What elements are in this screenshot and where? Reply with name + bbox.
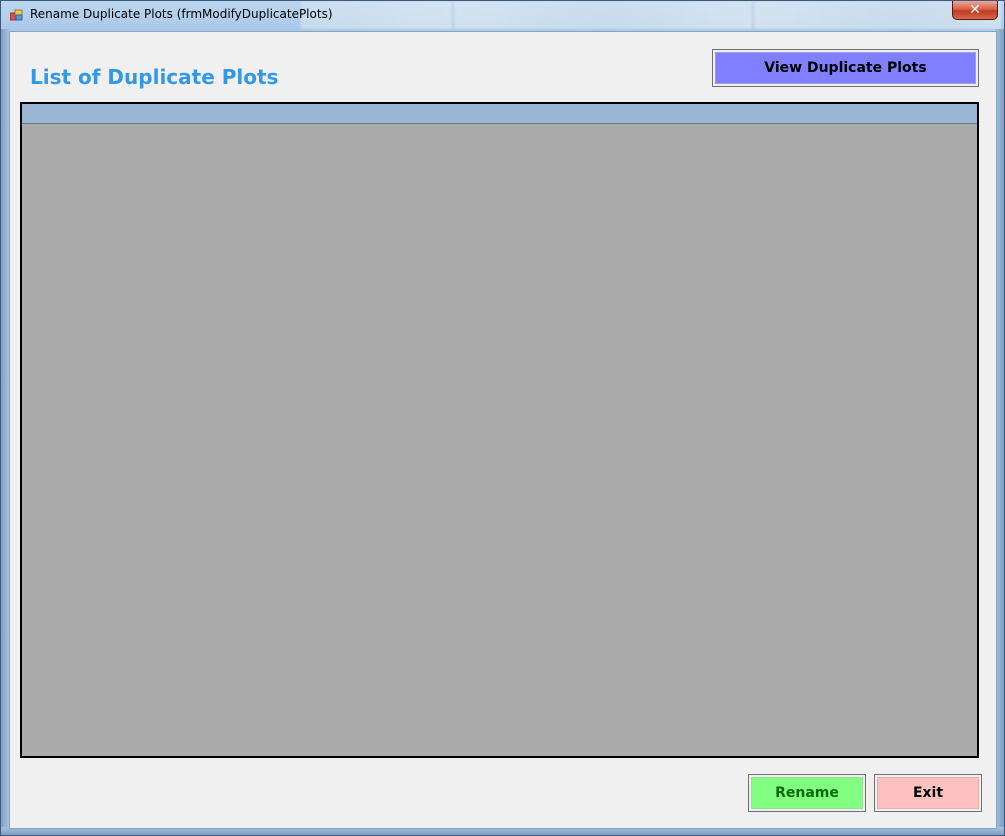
title-bar[interactable]: Rename Duplicate Plots (frmModifyDuplica… bbox=[1, 1, 1004, 29]
grid-header bbox=[22, 104, 977, 124]
close-icon: ✕ bbox=[969, 2, 981, 18]
window-border-left bbox=[1, 29, 9, 835]
form-client-area: List of Duplicate Plots View Duplicate P… bbox=[9, 31, 997, 829]
exit-button[interactable]: Exit bbox=[874, 774, 982, 812]
view-duplicate-plots-button[interactable]: View Duplicate Plots bbox=[712, 49, 979, 87]
window-title: Rename Duplicate Plots (frmModifyDuplica… bbox=[30, 7, 333, 21]
page-title: List of Duplicate Plots bbox=[30, 65, 279, 89]
duplicate-plots-grid[interactable] bbox=[20, 102, 979, 758]
window: Rename Duplicate Plots (frmModifyDuplica… bbox=[0, 0, 1005, 836]
app-icon bbox=[10, 9, 23, 21]
rename-button[interactable]: Rename bbox=[748, 774, 866, 812]
close-button[interactable]: ✕ bbox=[952, 1, 998, 20]
